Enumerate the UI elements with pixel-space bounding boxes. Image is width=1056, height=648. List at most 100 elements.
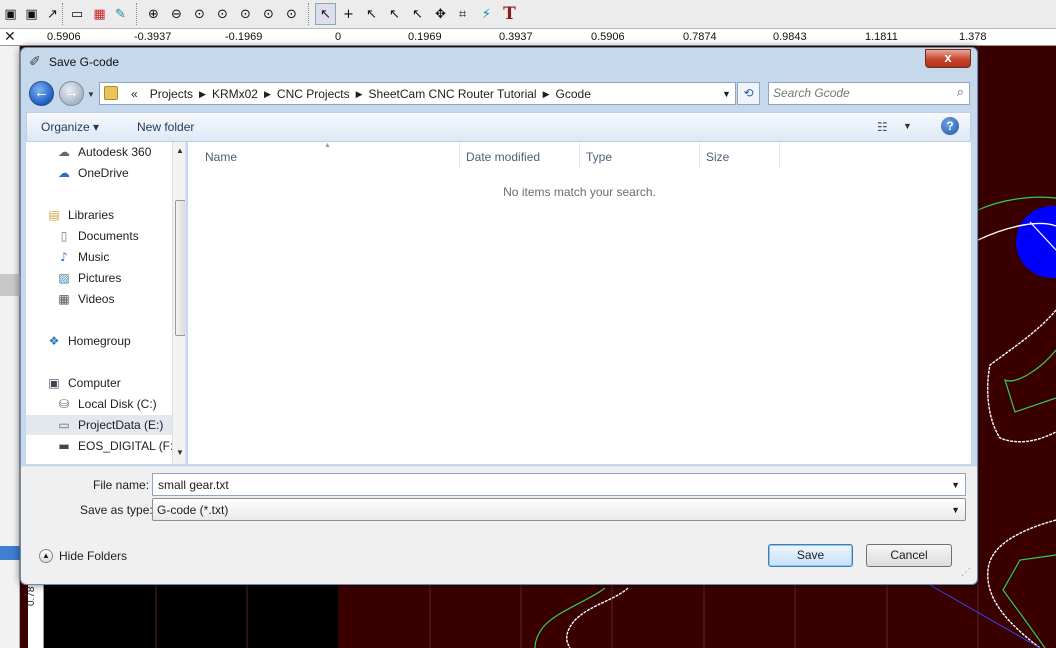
- scrollbar-thumb[interactable]: [175, 200, 185, 336]
- refresh-button[interactable]: ⟲: [737, 82, 760, 105]
- view-options-icon[interactable]: ☷: [877, 120, 888, 134]
- save-options: File name: small gear.txt ▼ Save as type…: [21, 466, 977, 584]
- dialog-titlebar[interactable]: ✐ Save G-code x: [21, 48, 977, 76]
- chevron-right-icon[interactable]: ▶: [264, 87, 271, 101]
- forward-button[interactable]: →: [59, 81, 84, 106]
- disk-icon: ⛁: [58, 397, 70, 411]
- nav-item-music[interactable]: ♪ Music: [56, 247, 109, 267]
- resize-grip-icon[interactable]: ⋰: [961, 567, 971, 578]
- nav-item-local-disk-c[interactable]: ⛁ Local Disk (C:): [56, 394, 157, 414]
- back-button[interactable]: ←: [29, 81, 54, 106]
- chevron-down-icon[interactable]: ▼: [87, 90, 95, 99]
- drive-icon: ▭: [58, 418, 70, 432]
- column-header-date-modified[interactable]: Date modified: [460, 142, 580, 168]
- document-icon: ▯: [60, 229, 68, 243]
- chevron-down-icon[interactable]: ▼: [903, 121, 912, 131]
- save-dialog: ✐ Save G-code x ← → ▼ « Projects ▶ KRMx0…: [20, 47, 978, 585]
- search-field[interactable]: ⌕: [768, 82, 970, 105]
- command-bar: Organize ▾ New folder ☷ ▼ ?: [26, 112, 971, 142]
- toolpath-blue: [929, 584, 1041, 648]
- pencil-icon: ✐: [29, 54, 41, 70]
- chevron-up-icon[interactable]: ▲: [176, 146, 184, 155]
- nav-item-documents[interactable]: ▯ Documents: [56, 226, 139, 246]
- file-name-input[interactable]: small gear.txt ▼: [152, 473, 966, 496]
- toolpath-white: [987, 519, 1056, 648]
- nav-item-label: Music: [78, 250, 110, 264]
- toolpath-white: [987, 309, 1056, 443]
- chevron-down-icon[interactable]: ▼: [176, 448, 184, 457]
- new-folder-button[interactable]: New folder: [137, 120, 194, 134]
- breadcrumb-item[interactable]: KRMx02: [206, 87, 264, 101]
- toolpath-green: [1002, 554, 1056, 648]
- toolpath-green: [534, 587, 606, 648]
- chevron-right-icon[interactable]: ▶: [199, 87, 206, 101]
- nav-item-label: OneDrive: [78, 166, 129, 180]
- nav-item-computer[interactable]: ▣ Computer: [46, 373, 121, 393]
- dialog-title: Save G-code: [49, 55, 120, 69]
- breadcrumb-item[interactable]: Projects: [144, 87, 199, 101]
- organize-button[interactable]: Organize ▾: [41, 120, 99, 134]
- nav-item-label: Autodesk 360: [78, 145, 152, 159]
- column-header-type[interactable]: Type: [580, 142, 700, 168]
- chevron-down-icon[interactable]: ▼: [722, 89, 731, 99]
- marker-circle: [1016, 206, 1056, 278]
- close-button[interactable]: x: [925, 49, 971, 68]
- folder-icon: [104, 86, 118, 100]
- hide-folders-label: Hide Folders: [59, 549, 128, 563]
- nav-item-eos-digital-f[interactable]: ▬ EOS_DIGITAL (F:): [56, 436, 177, 456]
- chevron-right-icon[interactable]: ▶: [543, 87, 550, 101]
- file-name-value[interactable]: small gear.txt: [158, 478, 229, 492]
- chevron-right-icon[interactable]: ▶: [356, 87, 363, 101]
- video-icon: ▦: [58, 292, 70, 306]
- nav-item-videos[interactable]: ▦ Videos: [56, 289, 114, 309]
- breadcrumb-item[interactable]: Gcode: [550, 87, 597, 101]
- save-button[interactable]: Save: [768, 544, 853, 567]
- address-field[interactable]: « Projects ▶ KRMx02 ▶ CNC Projects ▶ She…: [99, 82, 736, 105]
- navigation-pane: ☁ Autodesk 360 ☁ OneDrive ▤ Libraries ▯ …: [26, 142, 186, 464]
- nav-item-autodesk-360[interactable]: ☁ Autodesk 360: [56, 142, 151, 162]
- file-list[interactable]: ▲ Name Date modified Type Size No items …: [188, 142, 971, 464]
- nav-item-homegroup[interactable]: ❖ Homegroup: [46, 331, 131, 351]
- music-icon: ♪: [60, 250, 68, 264]
- chevron-down-icon[interactable]: ▼: [951, 480, 960, 490]
- drive-icon: ▬: [58, 439, 70, 453]
- search-icon[interactable]: ⌕: [957, 85, 964, 100]
- breadcrumb-item[interactable]: SheetCam CNC Router Tutorial: [363, 87, 543, 101]
- empty-message: No items match your search.: [503, 185, 656, 199]
- nav-scrollbar[interactable]: ▲ ▼: [172, 142, 185, 464]
- nav-item-onedrive[interactable]: ☁ OneDrive: [56, 163, 129, 183]
- help-button[interactable]: ?: [941, 117, 959, 135]
- chevron-down-icon[interactable]: ▼: [951, 505, 960, 515]
- toolpath-white: [566, 587, 629, 648]
- breadcrumb-item[interactable]: CNC Projects: [271, 87, 356, 101]
- save-as-type-label: Save as type:: [80, 503, 153, 517]
- nav-item-label: Libraries: [68, 208, 115, 222]
- cancel-button[interactable]: Cancel: [866, 544, 952, 567]
- nav-item-projectdata-e[interactable]: ▭ ProjectData (E:): [26, 415, 185, 435]
- cloud-icon: ☁: [58, 166, 70, 180]
- save-as-type-value[interactable]: G-code (*.txt): [157, 503, 228, 517]
- breadcrumb: « Projects ▶ KRMx02 ▶ CNC Projects ▶ She…: [125, 87, 597, 101]
- column-header-name[interactable]: Name: [199, 142, 460, 168]
- nav-item-label: EOS_DIGITAL (F:): [78, 439, 178, 453]
- hide-folders-button[interactable]: ▲ Hide Folders: [39, 549, 127, 563]
- search-input[interactable]: [773, 86, 943, 100]
- nav-item-libraries[interactable]: ▤ Libraries: [46, 205, 114, 225]
- nav-item-label: Documents: [78, 229, 139, 243]
- breadcrumb-overflow[interactable]: «: [125, 87, 144, 101]
- column-header-size[interactable]: Size: [700, 142, 780, 168]
- nav-item-label: ProjectData (E:): [78, 418, 164, 432]
- nav-item-label: Pictures: [78, 271, 122, 285]
- cloud-icon: ☁: [58, 145, 70, 159]
- chevron-up-icon: ▲: [39, 549, 53, 563]
- save-as-type-select[interactable]: G-code (*.txt) ▼: [152, 498, 966, 521]
- nav-item-label: Computer: [68, 376, 121, 390]
- nav-item-label: Local Disk (C:): [78, 397, 157, 411]
- homegroup-icon: ❖: [48, 334, 60, 348]
- picture-icon: ▨: [58, 271, 70, 285]
- nav-item-label: Videos: [78, 292, 115, 306]
- file-name-label: File name:: [93, 478, 150, 492]
- nav-item-pictures[interactable]: ▨ Pictures: [56, 268, 121, 288]
- nav-item-label: Homegroup: [68, 334, 131, 348]
- library-icon: ▤: [48, 208, 60, 222]
